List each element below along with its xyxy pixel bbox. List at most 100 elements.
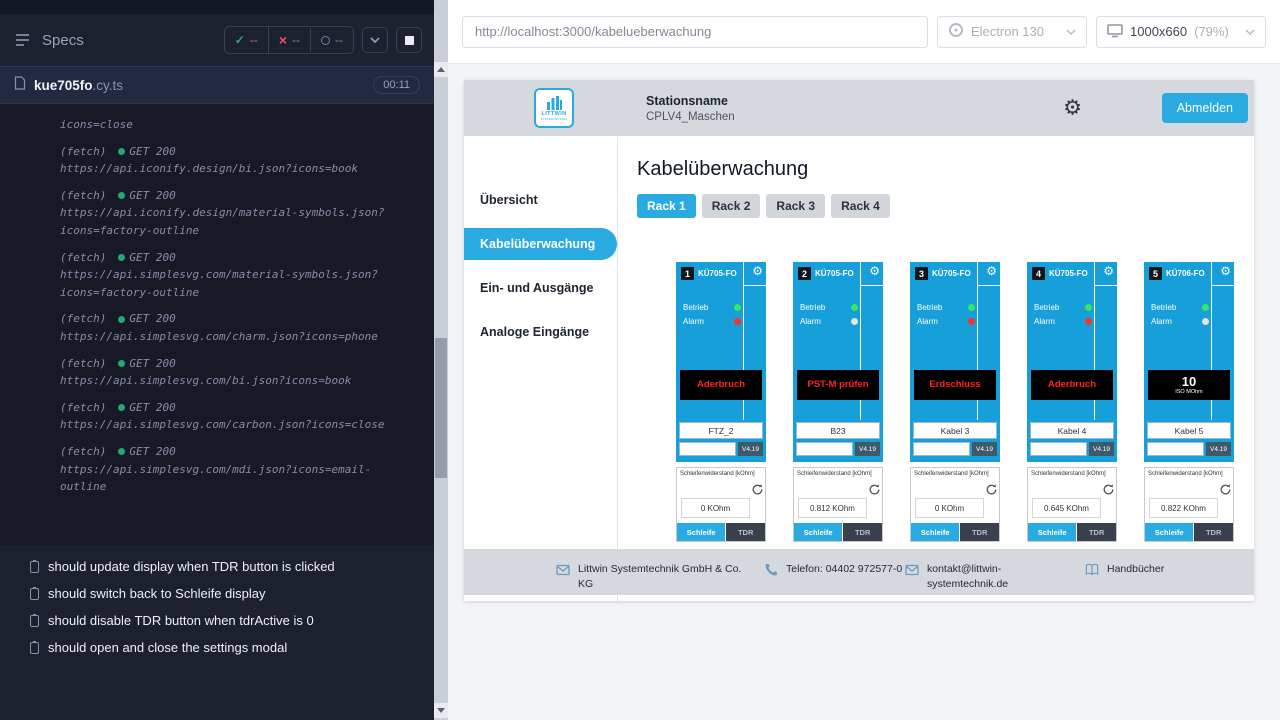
spec-timer: 00:11 [373,76,420,94]
specs-menu-icon[interactable] [14,32,32,48]
spec-file-bar[interactable]: kue705fo .cy.ts 00:11 [0,66,434,104]
device-panel: 1 KÜ705-FO ⚙ Betrieb Alarm [676,262,766,462]
viewport-selector[interactable]: 1000x660 (79%) [1096,16,1266,48]
device-card-2: 2 KÜ705-FO ⚙ Betrieb Alarm [793,262,883,542]
browser-bar: http://localhost:3000/kabelueberwachung … [448,0,1280,64]
device-panel: 5 KÜ706-FO ⚙ Betrieb Alarm [1144,262,1234,462]
scroll-up-button[interactable] [434,62,448,77]
tdr-button[interactable]: TDR [1077,523,1116,541]
firmware-version: V4.19 [1206,442,1231,456]
betrieb-led [968,304,975,311]
tdr-button[interactable]: TDR [960,523,999,541]
resistance-value: 0 KOhm [915,498,984,518]
device-title: KÜ705-FO [698,269,737,278]
scroll-down-button[interactable] [434,703,448,718]
test-item[interactable]: should switch back to Schleife display [0,580,434,607]
tdr-button[interactable]: TDR [843,523,882,541]
logout-button[interactable]: Abmelden [1162,93,1248,123]
schleife-button[interactable]: Schleife [1145,523,1193,541]
measurement-panel: Schleifenwiderstand [kOhm] 0.822 KOhm Sc… [1144,467,1234,542]
network-log-entry[interactable]: (fetch) GET 200 https://api.simplesvg.co… [60,310,400,345]
footer-phone: Telefon: 04402 972577-0 [764,562,905,582]
test-item[interactable]: should disable TDR button when tdrActive… [0,607,434,634]
stat-failed: × -- [268,27,310,53]
blank-field [796,442,853,456]
device-settings-icon[interactable]: ⚙ [869,264,880,278]
network-log-entry[interactable]: (fetch) GET 200 https://api.simplesvg.co… [60,443,400,496]
request-status: GET 200 [118,399,175,417]
network-log-entry[interactable]: (fetch) GET 200 https://api.simplesvg.co… [60,249,400,302]
sidebar-item-analoge-eingaenge[interactable]: Analoge Eingänge [464,316,617,348]
stop-button[interactable] [396,27,422,53]
network-log-entry[interactable]: (fetch) GET 200 https://api.simplesvg.co… [60,399,400,434]
schleife-button[interactable]: Schleife [677,523,725,541]
runner-scrollbar[interactable] [434,0,448,720]
cable-name-field[interactable]: Kabel 5 [1147,422,1231,439]
contact-icon [556,563,570,582]
test-item[interactable]: should open and close the settings modal [0,634,434,661]
url-input[interactable]: http://localhost:3000/kabelueberwachung [462,16,928,48]
device-status: PST-M prüfen [797,370,879,400]
device-card-1: 1 KÜ705-FO ⚙ Betrieb Alarm [676,262,766,542]
tdr-button[interactable]: TDR [726,523,765,541]
device-status: Erdschluss [914,370,996,400]
refresh-icon[interactable] [751,483,764,496]
station-info: Stationsname CPLV4_Maschen [646,94,735,123]
fetch-label: (fetch) [60,310,106,328]
cable-name-field[interactable]: Kabel 3 [913,422,997,439]
electron-icon [948,22,964,41]
resistance-value: 0.822 KOhm [1149,498,1218,518]
email-address[interactable]: kontakt@littwin-systemtechnik.de [927,562,1039,592]
sidebar-item-kabelueberwachung[interactable]: Kabelüberwachung [464,228,617,260]
specs-label: Specs [42,32,84,49]
monitor-icon [1107,23,1123,41]
tab-rack-3[interactable]: Rack 3 [766,194,825,218]
test-item[interactable]: should update display when TDR button is… [0,553,434,580]
alarm-indicator: Alarm [1034,317,1092,326]
check-icon: ✓ [235,33,245,47]
device-settings-icon[interactable]: ⚙ [1103,264,1114,278]
collapse-button[interactable] [362,27,388,53]
schleife-button[interactable]: Schleife [1028,523,1076,541]
refresh-icon[interactable] [1102,483,1115,496]
request-url: https://api.iconify.design/material-symb… [60,204,400,239]
schleife-button[interactable]: Schleife [794,523,842,541]
footer-manuals[interactable]: Handbücher [1085,562,1164,581]
cable-name-field[interactable]: Kabel 4 [1030,422,1114,439]
settings-gear-icon[interactable]: ⚙ [1063,96,1082,121]
device-panel: 2 KÜ705-FO ⚙ Betrieb Alarm [793,262,883,462]
tab-rack-4[interactable]: Rack 4 [831,194,890,218]
sidebar-item-ein-und-ausgaenge[interactable]: Ein- und Ausgänge [464,272,617,304]
scrollbar-thumb[interactable] [435,338,447,478]
network-log-entry[interactable]: (fetch) GET 200 https://api.iconify.desi… [60,187,400,240]
viewport-zoom: (79%) [1194,24,1229,39]
runner-header: Specs ✓ -- × -- -- [0,14,434,66]
network-log-entry[interactable]: (fetch) GET 200 https://api.simplesvg.co… [60,355,400,390]
command-log: icons=close (fetch) GET 200 https://api.… [0,104,434,545]
device-settings-icon[interactable]: ⚙ [986,264,997,278]
refresh-icon[interactable] [1219,483,1232,496]
device-card-4: 4 KÜ705-FO ⚙ Betrieb Alarm [1027,262,1117,542]
tdr-button[interactable]: TDR [1194,523,1233,541]
tab-rack-2[interactable]: Rack 2 [702,194,761,218]
mail-icon [905,563,919,582]
phone-number: Telefon: 04402 972577-0 [786,562,904,577]
request-status: GET 200 [118,443,175,461]
manuals-link[interactable]: Handbücher [1107,562,1164,577]
refresh-icon[interactable] [868,483,881,496]
test-doc-icon [30,642,39,654]
refresh-icon[interactable] [985,483,998,496]
network-log-entry[interactable]: (fetch) GET 200 https://api.iconify.desi… [60,143,400,178]
tab-rack-1[interactable]: Rack 1 [637,194,696,218]
betrieb-led [1085,304,1092,311]
cable-name-field[interactable]: FTZ_2 [679,422,763,439]
device-settings-icon[interactable]: ⚙ [752,264,763,278]
cable-name-field[interactable]: B23 [796,422,880,439]
network-log-entry[interactable]: icons=close [60,116,400,134]
version-row: V4.19 [1147,442,1231,456]
sidebar-item-uebersicht[interactable]: Übersicht [464,184,617,216]
firmware-version: V4.19 [855,442,880,456]
device-settings-icon[interactable]: ⚙ [1220,264,1231,278]
schleife-button[interactable]: Schleife [911,523,959,541]
browser-selector[interactable]: Electron 130 [937,16,1087,48]
